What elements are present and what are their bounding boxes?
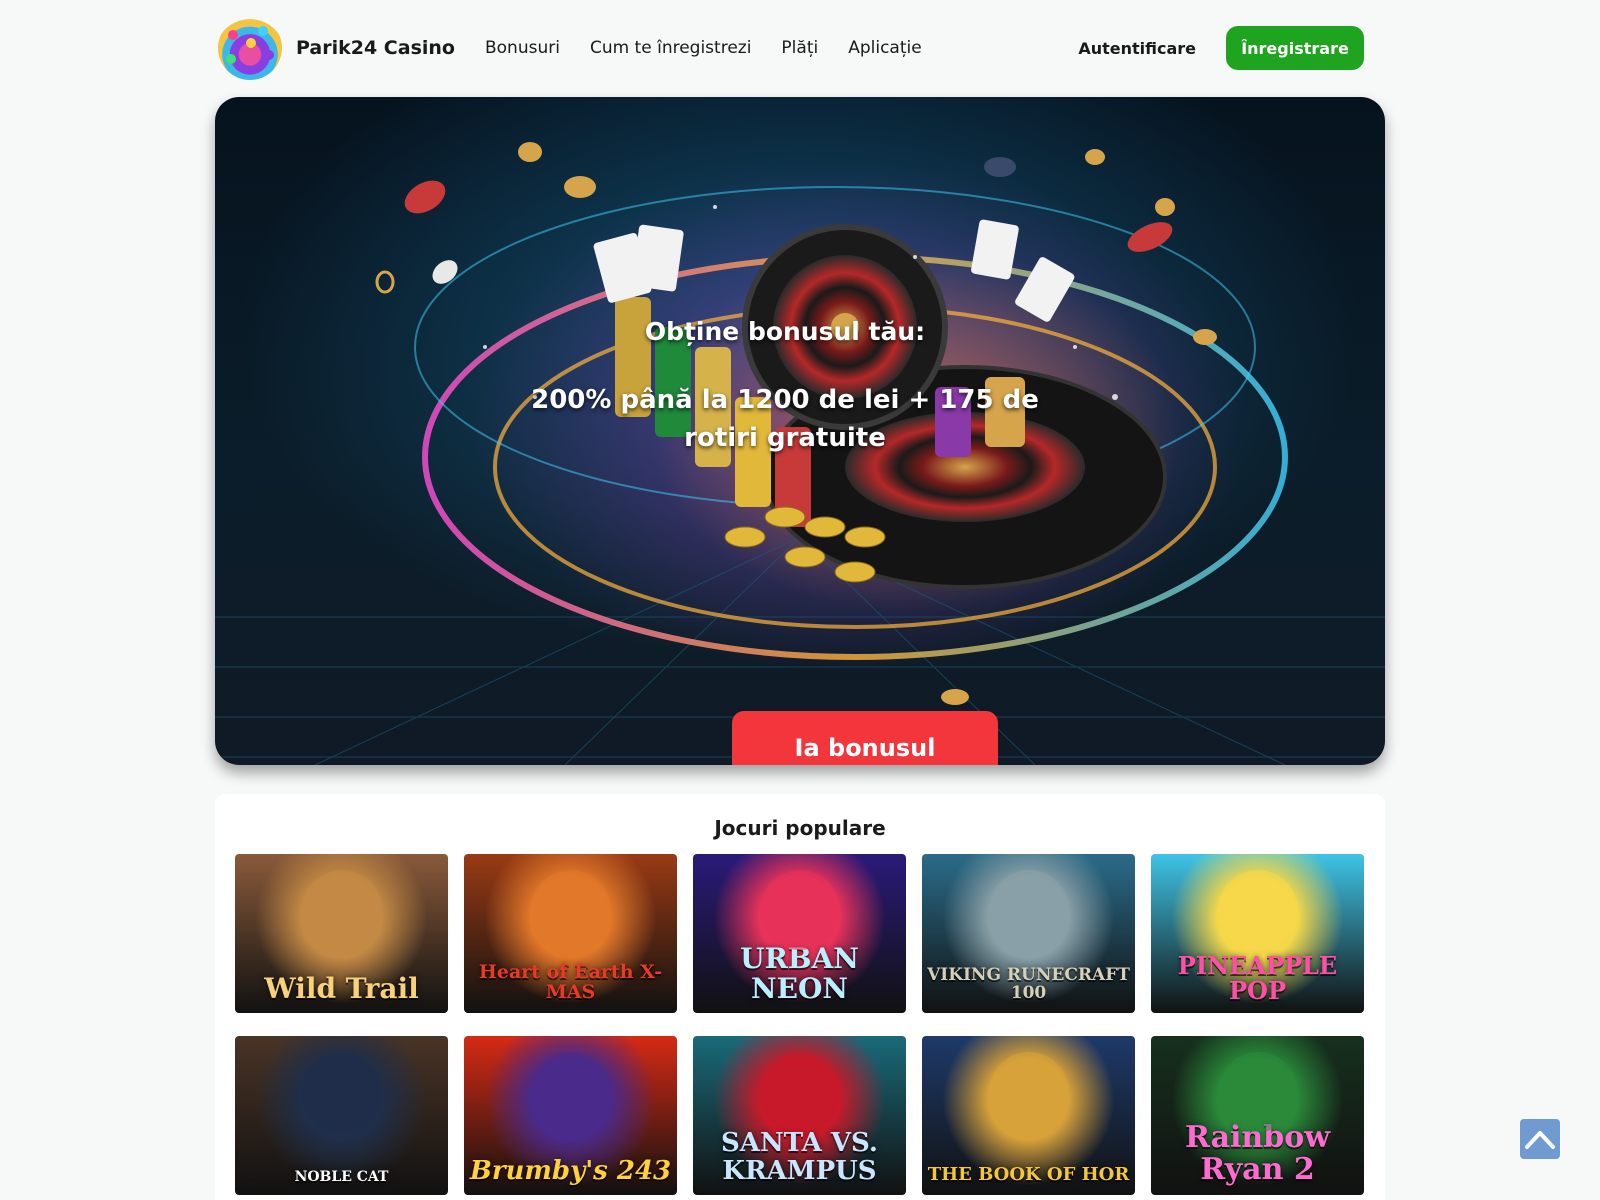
- game-card[interactable]: Brumby's 243: [464, 1036, 677, 1195]
- site-header: Parik24 Casino Bonusuri Cum te înregistr…: [218, 12, 1364, 84]
- game-card[interactable]: THE BOOK OF HOR: [922, 1036, 1135, 1195]
- game-card[interactable]: PINEAPPLE POP: [1151, 854, 1364, 1013]
- games-grid: Wild Trail Heart of Earth X-MAS URBAN NE…: [235, 854, 1364, 1195]
- game-title: Heart of Earth X-MAS: [478, 961, 663, 1004]
- nav-item-payments[interactable]: Plăți: [781, 38, 818, 58]
- game-title: NOBLE CAT: [294, 1169, 389, 1186]
- game-title: SANTA VS. KRAMPUS: [721, 1128, 878, 1186]
- popular-games-section: Jocuri populare Wild Trail Heart of Eart…: [215, 794, 1385, 1200]
- game-title: Wild Trail: [264, 971, 419, 1005]
- game-card[interactable]: Wild Trail: [235, 854, 448, 1013]
- game-card[interactable]: VIKING RUNECRAFT 100: [922, 854, 1135, 1013]
- game-title: PINEAPPLE POP: [1177, 950, 1338, 1005]
- claim-bonus-button[interactable]: Ia bonusul: [732, 711, 998, 765]
- game-card[interactable]: Rainbow Ryan 2: [1151, 1036, 1364, 1195]
- hero-content: Obține bonusul tău: 200% până la 1200 de…: [515, 317, 1055, 765]
- chevron-up-icon: [1525, 1131, 1555, 1149]
- game-title: THE BOOK OF HOR: [927, 1164, 1130, 1186]
- login-link[interactable]: Autentificare: [1078, 39, 1196, 58]
- hero-title: Obține bonusul tău:: [644, 317, 926, 346]
- brand-name[interactable]: Parik24 Casino: [296, 37, 455, 59]
- game-card[interactable]: URBAN NEON: [693, 854, 906, 1013]
- nav-item-app[interactable]: Aplicație: [848, 38, 921, 58]
- game-card[interactable]: Heart of Earth X-MAS: [464, 854, 677, 1013]
- hero-offer: 200% până la 1200 de lei + 175 de rotiri…: [531, 385, 1039, 453]
- game-title: VIKING RUNECRAFT 100: [927, 965, 1130, 1004]
- game-card[interactable]: SANTA VS. KRAMPUS: [693, 1036, 906, 1195]
- section-title: Jocuri populare: [714, 816, 886, 840]
- main-nav: Bonusuri Cum te înregistrezi Plăți Aplic…: [485, 38, 922, 58]
- casino-logo-icon[interactable]: [218, 16, 282, 80]
- scroll-to-top-button[interactable]: [1520, 1119, 1560, 1159]
- nav-item-registration[interactable]: Cum te înregistrezi: [590, 38, 751, 58]
- game-title: Brumby's 243: [469, 1155, 672, 1186]
- game-title: URBAN NEON: [740, 942, 859, 1005]
- register-button[interactable]: Înregistrare: [1226, 26, 1364, 70]
- game-card[interactable]: NOBLE CAT: [235, 1036, 448, 1195]
- hero-banner: Obține bonusul tău: 200% până la 1200 de…: [215, 97, 1385, 765]
- nav-item-bonusuri[interactable]: Bonusuri: [485, 38, 560, 58]
- game-title: Rainbow Ryan 2: [1184, 1120, 1331, 1187]
- auth-actions: Autentificare Înregistrare: [1078, 26, 1364, 70]
